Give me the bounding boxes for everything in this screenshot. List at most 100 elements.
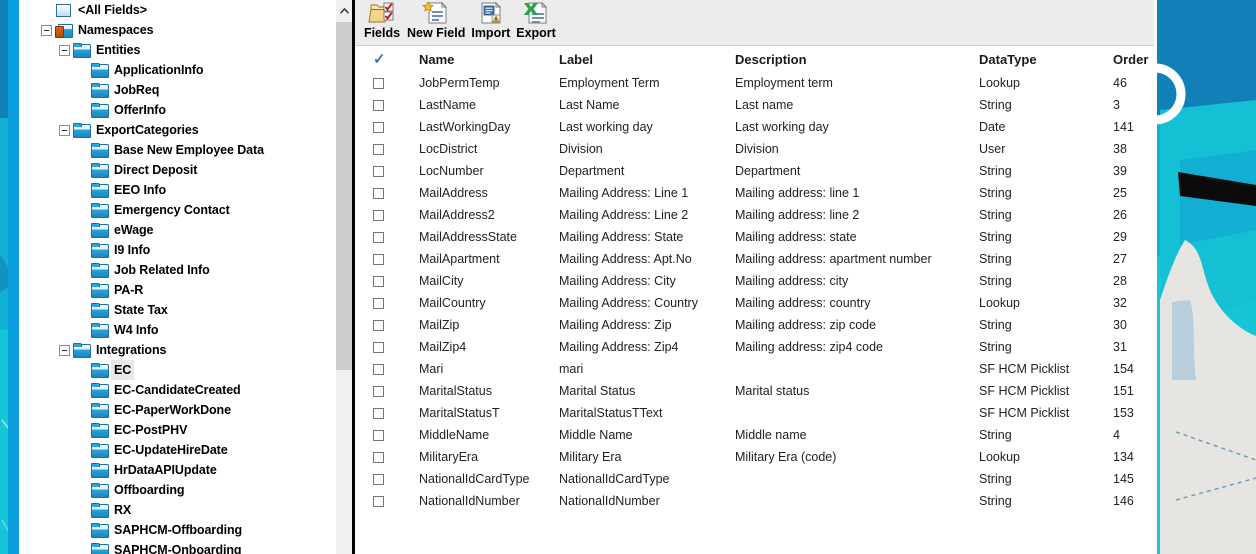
tree-item-ewage[interactable]: eWage — [19, 220, 352, 240]
row-checkbox-cell[interactable] — [355, 253, 419, 265]
tree-item-w4-info[interactable]: W4 Info — [19, 320, 352, 340]
row-checkbox[interactable] — [373, 253, 384, 265]
row-checkbox-cell[interactable] — [355, 363, 419, 375]
tree-item-offerinfo[interactable]: OfferInfo — [19, 100, 352, 120]
row-checkbox-cell[interactable] — [355, 187, 419, 199]
select-all-check-icon[interactable]: ✓ — [373, 52, 386, 67]
tree-item-applicationinfo[interactable]: ApplicationInfo — [19, 60, 352, 80]
tree-item-rx[interactable]: RX — [19, 500, 352, 520]
tree-collapse-toggle-icon[interactable] — [59, 44, 70, 56]
select-all-header-cell[interactable]: ✓ — [355, 52, 419, 67]
tree-item-offboarding[interactable]: Offboarding — [19, 480, 352, 500]
row-checkbox-cell[interactable] — [355, 319, 419, 331]
row-checkbox[interactable] — [373, 231, 384, 243]
tree-item-ec-postphv[interactable]: EC-PostPHV — [19, 420, 352, 440]
row-checkbox[interactable] — [373, 187, 384, 199]
table-row[interactable]: MailCountry Mailing Address: Country Maili… — [355, 292, 1157, 314]
table-row[interactable]: MaritalStatusT MaritalStatusTText SF HCM P… — [355, 402, 1157, 424]
row-checkbox-cell[interactable] — [355, 165, 419, 177]
tree-item-job-related-info[interactable]: Job Related Info — [19, 260, 352, 280]
tree-collapse-toggle-icon[interactable] — [59, 344, 70, 356]
tree-collapse-toggle-icon[interactable] — [41, 24, 52, 36]
row-checkbox[interactable] — [373, 77, 384, 89]
column-header-name[interactable]: Name — [419, 52, 559, 67]
tree-vertical-scrollbar[interactable] — [336, 0, 352, 554]
scrollbar-thumb[interactable] — [336, 22, 352, 370]
row-checkbox-cell[interactable] — [355, 297, 419, 309]
row-checkbox[interactable] — [373, 297, 384, 309]
scrollbar-up-arrow-button[interactable] — [336, 0, 352, 21]
import-button[interactable]: Import — [468, 0, 513, 44]
row-checkbox-cell[interactable] — [355, 407, 419, 419]
table-row[interactable]: NationalIdCardType NationalIdCardType Stri… — [355, 468, 1157, 490]
tree-item-all-fields[interactable]: <All Fields> — [19, 0, 352, 20]
tree-item-integrations[interactable]: Integrations — [19, 340, 352, 360]
row-checkbox-cell[interactable] — [355, 341, 419, 353]
row-checkbox[interactable] — [373, 319, 384, 331]
new-field-button[interactable]: New Field — [404, 0, 468, 44]
tree-item-ec-paperworkdone[interactable]: EC-PaperWorkDone — [19, 400, 352, 420]
table-row[interactable]: MailZip Mailing Address: Zip Mailing addre… — [355, 314, 1157, 336]
export-button[interactable]: Export — [513, 0, 559, 44]
row-checkbox[interactable] — [373, 385, 384, 397]
table-row[interactable]: JobPermTemp Employment Term Employment ter… — [355, 72, 1157, 94]
row-checkbox-cell[interactable] — [355, 495, 419, 507]
tree-item-pa-r[interactable]: PA-R — [19, 280, 352, 300]
row-checkbox-cell[interactable] — [355, 231, 419, 243]
row-checkbox[interactable] — [373, 121, 384, 133]
row-checkbox-cell[interactable] — [355, 143, 419, 155]
row-checkbox[interactable] — [373, 473, 384, 485]
table-row[interactable]: LastName Last Name Last name String 3 — [355, 94, 1157, 116]
table-row[interactable]: MailCity Mailing Address: City Mailing add… — [355, 270, 1157, 292]
column-header-label[interactable]: Label — [559, 52, 735, 67]
fields-button[interactable]: Fields — [360, 0, 404, 44]
table-row[interactable]: LastWorkingDay Last working day Last worki… — [355, 116, 1157, 138]
row-checkbox-cell[interactable] — [355, 473, 419, 485]
tree-item-hrdataapiupdate[interactable]: HrDataAPIUpdate — [19, 460, 352, 480]
column-header-description[interactable]: Description — [735, 52, 979, 67]
table-row[interactable]: MiddleName Middle Name Middle name String 4 — [355, 424, 1157, 446]
row-checkbox-cell[interactable] — [355, 385, 419, 397]
table-row[interactable]: MailZip4 Mailing Address: Zip4 Mailing add… — [355, 336, 1157, 358]
row-checkbox[interactable] — [373, 165, 384, 177]
table-row[interactable]: MaritalStatus Marital Status Marital statu… — [355, 380, 1157, 402]
tree-item-entities[interactable]: Entities — [19, 40, 352, 60]
row-checkbox-cell[interactable] — [355, 451, 419, 463]
column-header-order[interactable]: Order — [1113, 52, 1157, 67]
tree-item-saphcm-onboarding[interactable]: SAPHCM-Onboarding — [19, 540, 352, 554]
row-checkbox[interactable] — [373, 99, 384, 111]
tree-item-ec-updatehiredate[interactable]: EC-UpdateHireDate — [19, 440, 352, 460]
table-row[interactable]: MailAddress Mailing Address: Line 1 Mailin… — [355, 182, 1157, 204]
table-row[interactable]: MilitaryEra Military Era Military Era (cod… — [355, 446, 1157, 468]
tree-item-eeo-info[interactable]: EEO Info — [19, 180, 352, 200]
tree-item-i9-info[interactable]: I9 Info — [19, 240, 352, 260]
tree-collapse-toggle-icon[interactable] — [59, 124, 70, 136]
column-header-datatype[interactable]: DataType — [979, 52, 1113, 67]
tree-item-exportcategories[interactable]: ExportCategories — [19, 120, 352, 140]
row-checkbox-cell[interactable] — [355, 429, 419, 441]
row-checkbox-cell[interactable] — [355, 121, 419, 133]
row-checkbox-cell[interactable] — [355, 209, 419, 221]
row-checkbox-cell[interactable] — [355, 275, 419, 287]
row-checkbox[interactable] — [373, 363, 384, 375]
row-checkbox[interactable] — [373, 341, 384, 353]
tree-item-namespaces[interactable]: Namespaces — [19, 20, 352, 40]
table-row[interactable]: Mari mari SF HCM Picklist 154 — [355, 358, 1157, 380]
table-row[interactable]: LocDistrict Division Division User 38 — [355, 138, 1157, 160]
row-checkbox[interactable] — [373, 451, 384, 463]
tree-item-base-new-employee-data[interactable]: Base New Employee Data — [19, 140, 352, 160]
table-row[interactable]: MailAddressState Mailing Address: State Ma… — [355, 226, 1157, 248]
namespace-tree-pane[interactable]: <All Fields> Namespaces Entities Applicatio… — [19, 0, 352, 554]
row-checkbox[interactable] — [373, 495, 384, 507]
row-checkbox[interactable] — [373, 209, 384, 221]
tree-item-emergency-contact[interactable]: Emergency Contact — [19, 200, 352, 220]
tree-item-state-tax[interactable]: State Tax — [19, 300, 352, 320]
row-checkbox-cell[interactable] — [355, 99, 419, 111]
tree-item-jobreq[interactable]: JobReq — [19, 80, 352, 100]
table-row[interactable]: LocNumber Department Department String 39 — [355, 160, 1157, 182]
row-checkbox[interactable] — [373, 407, 384, 419]
row-checkbox-cell[interactable] — [355, 77, 419, 89]
tree-item-ec-candidatecreated[interactable]: EC-CandidateCreated — [19, 380, 352, 400]
tree-item-saphcm-offboarding[interactable]: SAPHCM-Offboarding — [19, 520, 352, 540]
row-checkbox[interactable] — [373, 143, 384, 155]
